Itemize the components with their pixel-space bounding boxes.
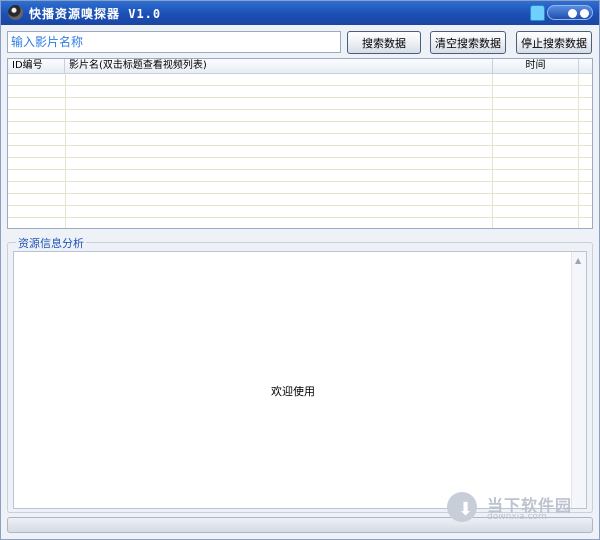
column-divider xyxy=(578,74,579,228)
watermark: ⬇ 当下软件园 downxia.com xyxy=(444,489,586,529)
resource-info-group: 资源信息分析 欢迎使用 ▲ xyxy=(7,235,593,513)
results-table[interactable]: ID编号 影片名(双击标题查看视频列表) 时间 xyxy=(7,58,593,229)
column-header-id[interactable]: ID编号 xyxy=(8,59,65,73)
column-header-title[interactable]: 影片名(双击标题查看视频列表) xyxy=(65,59,493,73)
stop-search-button[interactable]: 停止搜索数据 xyxy=(516,31,592,54)
welcome-text: 欢迎使用 xyxy=(271,385,315,398)
info-textarea[interactable]: 欢迎使用 ▲ xyxy=(13,251,587,509)
watermark-url: downxia.com xyxy=(487,512,547,522)
vertical-scrollbar[interactable]: ▲ xyxy=(571,252,586,508)
app-icon xyxy=(8,5,23,20)
minimize-icon[interactable] xyxy=(568,9,577,18)
skin-shirt-icon[interactable] xyxy=(530,5,545,21)
close-icon[interactable] xyxy=(580,9,589,18)
group-title: 资源信息分析 xyxy=(16,235,86,251)
search-button[interactable]: 搜索数据 xyxy=(347,31,421,54)
window-title: 快播资源嗅探器 V1.0 xyxy=(29,7,162,21)
scroll-up-arrow-icon[interactable]: ▲ xyxy=(575,256,581,265)
app-window: 快播资源嗅探器 V1.0 输入影片名称 搜索数据 清空搜索数据 停止搜索数据 I… xyxy=(0,0,600,540)
title-bar[interactable]: 快播资源嗅探器 V1.0 xyxy=(1,1,599,25)
column-divider xyxy=(65,74,66,228)
column-header-time[interactable]: 时间 xyxy=(493,59,579,73)
search-input[interactable]: 输入影片名称 xyxy=(7,31,341,53)
clear-search-button[interactable]: 清空搜索数据 xyxy=(430,31,506,54)
table-rows[interactable] xyxy=(8,74,592,228)
download-arrow-icon: ⬇ xyxy=(447,492,477,522)
window-controls[interactable] xyxy=(547,5,593,20)
table-header: ID编号 影片名(双击标题查看视频列表) 时间 xyxy=(8,59,592,74)
column-divider xyxy=(492,74,493,228)
